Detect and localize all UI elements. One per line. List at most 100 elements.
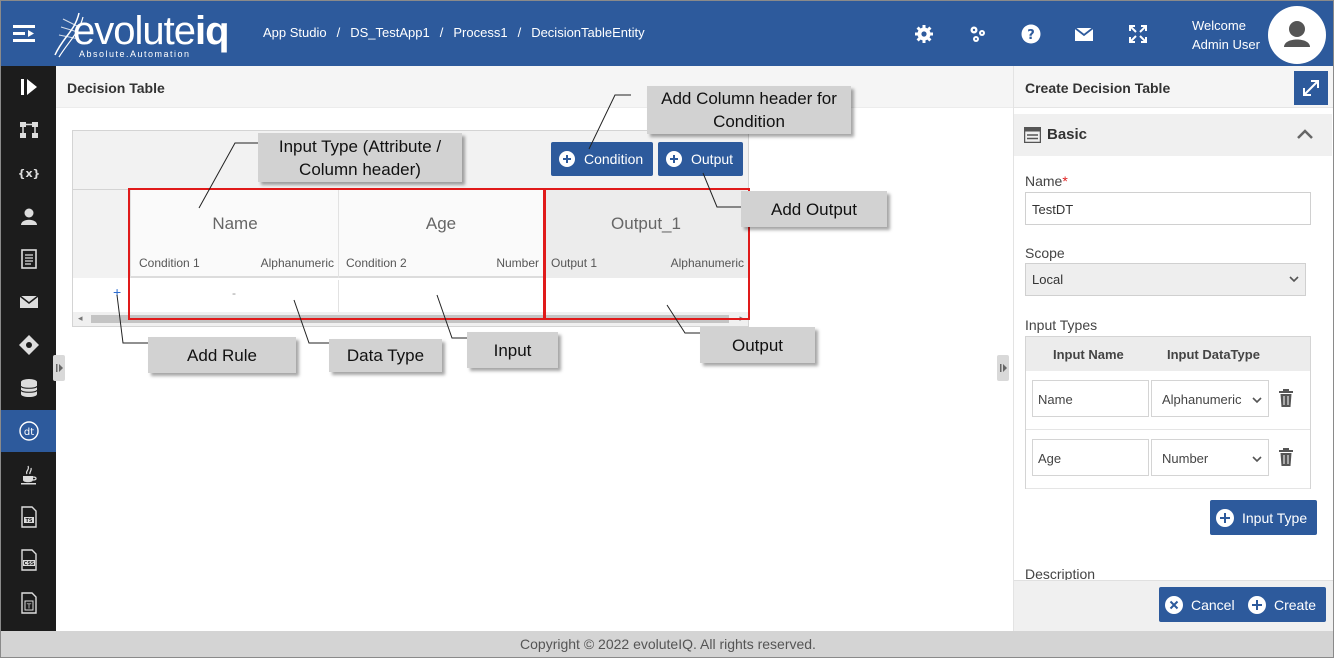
sidebar-item-typescript[interactable]: TS bbox=[1, 496, 56, 538]
decision-table-icon: dt bbox=[18, 421, 39, 441]
breadcrumb-app-studio[interactable]: App Studio bbox=[261, 25, 329, 40]
panel-footer: Cancel Create bbox=[1014, 580, 1333, 631]
create-button[interactable]: Create bbox=[1242, 587, 1327, 622]
sidebar-item-variables[interactable]: {x} bbox=[1, 152, 56, 194]
breadcrumb-entity[interactable]: DecisionTableEntity bbox=[529, 25, 646, 40]
expand-panel-icon bbox=[20, 79, 37, 95]
sidebar-item-documents[interactable] bbox=[1, 238, 56, 280]
sidebar-item-decision-table[interactable]: dt bbox=[1, 410, 56, 452]
sidebar-item-database[interactable] bbox=[1, 367, 56, 409]
text-file-icon: T bbox=[20, 592, 37, 614]
input-datatype-select[interactable]: Number bbox=[1151, 439, 1269, 476]
sidebar-expand[interactable] bbox=[1, 66, 56, 108]
mail-icon bbox=[19, 295, 38, 308]
input-datatype-value: Alphanumeric bbox=[1162, 392, 1242, 407]
apps-icon[interactable] bbox=[968, 24, 988, 44]
basic-section-header[interactable]: Basic bbox=[1014, 114, 1332, 156]
output-highlight-box bbox=[544, 188, 750, 320]
user-avatar[interactable] bbox=[1268, 6, 1326, 64]
input-type-row: Age Number bbox=[1026, 430, 1310, 489]
page-title: Decision Table bbox=[67, 80, 165, 96]
rules-diamond-icon bbox=[18, 335, 39, 355]
input-types-table: Input Name Input DataType Name Alphanume… bbox=[1025, 336, 1311, 489]
sidebar-item-css[interactable]: CSS bbox=[1, 539, 56, 581]
help-icon[interactable]: ? bbox=[1021, 24, 1041, 44]
right-collapse-handle[interactable] bbox=[997, 355, 1009, 381]
callout-add-column-header: Add Column header for Condition bbox=[647, 86, 851, 134]
add-condition-label: Condition bbox=[584, 151, 644, 167]
evoluteiq-logo[interactable]: evoluteiq Absolute.Automation bbox=[49, 7, 230, 61]
input-name-field[interactable]: Age bbox=[1032, 439, 1149, 476]
svg-text:{x}: {x} bbox=[18, 167, 40, 180]
panel-title: Create Decision Table bbox=[1025, 80, 1171, 96]
page-footer: Copyright © 2022 evoluteIQ. All rights r… bbox=[1, 631, 1333, 657]
callout-add-output: Add Output bbox=[741, 191, 887, 227]
add-output-label: Output bbox=[691, 151, 734, 167]
svg-text:T: T bbox=[25, 603, 31, 611]
left-sidebar: {x} dt TS CSS T bbox=[1, 66, 56, 631]
document-icon bbox=[20, 249, 37, 269]
scope-label: Scope bbox=[1025, 245, 1065, 261]
add-input-type-button[interactable]: Input Type bbox=[1210, 500, 1318, 535]
name-label: Name* bbox=[1025, 173, 1068, 189]
mail-icon[interactable] bbox=[1074, 24, 1094, 44]
input-types-label: Input Types bbox=[1025, 317, 1098, 333]
main-title-bar: Decision Table bbox=[56, 66, 1013, 108]
trash-icon[interactable] bbox=[1278, 389, 1294, 407]
sidebar-item-mail[interactable] bbox=[1, 281, 56, 323]
java-icon bbox=[20, 465, 37, 485]
sidebar-item-java[interactable] bbox=[1, 453, 56, 495]
create-decision-table-panel: Create Decision Table Basic Name* TestDT… bbox=[1013, 66, 1333, 631]
scope-select[interactable]: Local bbox=[1025, 263, 1306, 296]
input-type-row: Name Alphanumeric bbox=[1026, 371, 1310, 430]
callout-output: Output bbox=[700, 327, 815, 363]
settings-icon[interactable] bbox=[914, 24, 934, 44]
welcome-label: Welcome bbox=[1192, 18, 1246, 33]
sidebar-item-users[interactable] bbox=[1, 195, 56, 237]
panel-title-bar: Create Decision Table bbox=[1014, 66, 1333, 108]
menu-toggle-icon[interactable] bbox=[13, 23, 35, 45]
breadcrumb: App Studio / DS_TestApp1 / Process1 / De… bbox=[261, 25, 647, 40]
user-name: Admin User bbox=[1192, 37, 1260, 52]
copyright-text: Copyright © 2022 evoluteIQ. All rights r… bbox=[520, 636, 816, 652]
close-circle-icon bbox=[1165, 595, 1183, 614]
trash-icon[interactable] bbox=[1278, 448, 1294, 466]
add-rule-icon[interactable]: + bbox=[113, 284, 121, 300]
left-collapse-handle[interactable] bbox=[53, 355, 65, 381]
sidebar-item-rules[interactable] bbox=[1, 324, 56, 366]
create-label: Create bbox=[1274, 596, 1317, 613]
chevron-down-icon bbox=[1252, 397, 1262, 404]
breadcrumb-process[interactable]: Process1 bbox=[451, 25, 509, 40]
chevron-right-icon bbox=[1000, 364, 1007, 372]
add-output-button[interactable]: Output bbox=[658, 142, 744, 176]
typescript-file-icon: TS bbox=[20, 506, 37, 528]
plus-circle-icon bbox=[1216, 508, 1234, 527]
callout-data-type: Data Type bbox=[329, 339, 442, 372]
input-name-field[interactable]: Name bbox=[1032, 380, 1149, 417]
required-mark: * bbox=[1062, 173, 1068, 189]
fullscreen-icon[interactable] bbox=[1128, 24, 1148, 44]
chevron-down-icon bbox=[1289, 276, 1299, 283]
logo-wordmark: evoluteiq bbox=[73, 9, 230, 53]
callout-input-type: Input Type (Attribute / Column header) bbox=[258, 133, 462, 182]
expand-arrows-icon bbox=[1303, 80, 1319, 96]
sidebar-item-text[interactable]: T bbox=[1, 582, 56, 624]
name-input[interactable]: TestDT bbox=[1025, 192, 1311, 225]
svg-text:?: ? bbox=[1027, 28, 1035, 43]
cancel-button[interactable]: Cancel bbox=[1159, 587, 1245, 622]
css-file-icon: CSS bbox=[20, 549, 37, 571]
breadcrumb-app[interactable]: DS_TestApp1 bbox=[348, 25, 432, 40]
rule-number-column bbox=[73, 190, 131, 278]
scroll-left-icon[interactable]: ◂ bbox=[78, 313, 83, 324]
chevron-up-icon[interactable] bbox=[1296, 128, 1314, 140]
user-icon bbox=[1284, 21, 1310, 47]
sidebar-item-process[interactable] bbox=[1, 109, 56, 151]
input-datatype-select[interactable]: Alphanumeric bbox=[1151, 380, 1269, 417]
col-input-name: Input Name bbox=[1053, 347, 1124, 362]
process-flow-icon bbox=[19, 122, 38, 138]
col-input-datatype: Input DataType bbox=[1167, 347, 1260, 362]
top-header: evoluteiq Absolute.Automation App Studio… bbox=[1, 1, 1333, 66]
expand-panel-button[interactable] bbox=[1294, 71, 1328, 105]
add-condition-button[interactable]: Condition bbox=[551, 142, 654, 176]
input-types-header: Input Name Input DataType bbox=[1026, 337, 1310, 371]
